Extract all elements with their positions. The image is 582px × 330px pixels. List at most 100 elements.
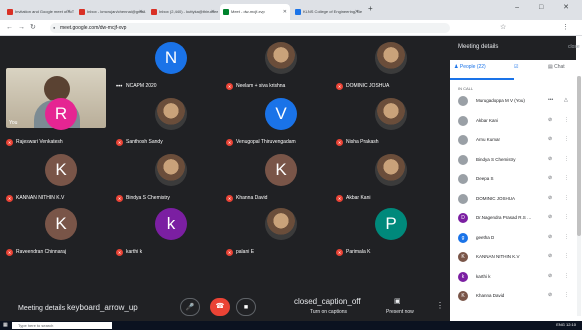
browser-tab[interactable]: Inbox - kmcrujan/chennai@gmail.com – G…✕ [76, 4, 146, 20]
tab-favicon-icon [151, 9, 157, 15]
more-options-icon[interactable]: ⋮ [564, 175, 569, 181]
more-options-icon[interactable]: ⋮ [564, 292, 569, 298]
participant-avatar: V [265, 98, 297, 130]
participant-tile[interactable]: ✕ Akbar Kani [336, 148, 446, 204]
people-icon: ♟ [454, 64, 459, 70]
url-text: meet.google.com/dw-mcjf-xvp [60, 25, 127, 31]
more-options-icon[interactable]: ⋮ [564, 273, 569, 279]
more-options-icon[interactable]: ⋮ [564, 195, 569, 201]
chevron-up-icon: keyboard_arrow_up [67, 303, 138, 312]
mic-off-icon: ⊘ [548, 272, 553, 279]
participant-tile[interactable]: P ✕ Parimala K [336, 202, 446, 258]
participant-row[interactable]: Deepa S ⊘ ⋮ [450, 172, 576, 188]
participant-tile[interactable]: K ✕ KANNAN NITHIN K.V [6, 148, 116, 204]
participant-row[interactable]: Murugadoppa M V (You) ••• △ [450, 94, 576, 110]
speaking-indicator-icon: ••• [548, 97, 554, 103]
more-options-icon[interactable]: ⋮ [564, 214, 569, 220]
tab-people[interactable]: ♟ People (22) [454, 64, 486, 70]
participant-avatar [155, 154, 187, 186]
more-options-icon[interactable]: ⋮ [564, 136, 569, 142]
mic-icon: 🎤 [185, 304, 195, 311]
panel-tabs: ♟ People (22) ☑ ▤ Chat [450, 60, 582, 80]
menu-icon[interactable]: ⋮ [562, 23, 569, 33]
participant-tile[interactable]: V ✕ Venugopal Thiruvengadam [226, 92, 336, 148]
participant-row[interactable]: Akbar Kani ⊘ ⋮ [450, 114, 576, 130]
participant-avatar: P [375, 208, 407, 240]
browser-tab-label: Meet - dw-mcjf-xvp [231, 9, 265, 14]
taskbar-search[interactable]: Type here to search [12, 322, 112, 329]
system-tray[interactable]: ENG 12:10 [556, 322, 576, 327]
more-options-icon[interactable]: ⋮ [564, 253, 569, 259]
participant-tile[interactable]: ✕ Santhosh Sandy [116, 92, 226, 148]
tab-people-underline [450, 78, 514, 80]
mic-off-icon: ⊘ [548, 214, 553, 220]
browser-tab[interactable]: Invitation and Google meet of IoT F…✕ [4, 4, 74, 20]
present-icon[interactable]: ▣ [394, 297, 401, 305]
panel-title: Meeting details [458, 44, 499, 50]
close-tab-icon[interactable]: ✕ [211, 4, 215, 20]
present-now-label[interactable]: Present now [386, 309, 414, 315]
participant-tile[interactable]: ✕ Neelam + siva krishna [226, 36, 336, 92]
leave-call-button[interactable]: ☎ [210, 298, 230, 316]
participant-tile[interactable]: K ✕ Raveendran Chinnaraj [6, 202, 116, 258]
reload-icon[interactable]: ↻ [30, 23, 36, 33]
participant-tile[interactable]: ✕ DOMINIC JOSHUA [336, 36, 446, 92]
people-add-icon[interactable]: ☑ [514, 64, 518, 70]
participant-tile[interactable]: R ✕ Rajeswari Venkatesh [6, 92, 116, 148]
lock-icon: ● [53, 25, 56, 30]
more-options-icon[interactable]: ⋮ [436, 301, 444, 310]
camera-button[interactable]: ■ [236, 298, 256, 316]
participant-row[interactable]: D Dr.Nagendra Prasad R.S … ⊘ ⋮ [450, 211, 576, 227]
tab-chat-label: Chat [554, 64, 565, 70]
participant-row[interactable]: Bindya S Chemistry ⊘ ⋮ [450, 153, 576, 169]
captions-button[interactable]: closed_caption_off [294, 297, 361, 306]
forward-icon[interactable]: → [18, 23, 25, 33]
participant-name: Akbar Kani [346, 195, 371, 201]
browser-tab[interactable]: Inbox (2,440) - kuttyka@thirumeet.in ✕ [148, 4, 218, 20]
more-options-icon[interactable]: ⋮ [564, 156, 569, 162]
new-tab-button[interactable]: + [368, 4, 373, 13]
participant-tile[interactable]: ✕ palani E [226, 202, 336, 258]
participant-tile[interactable]: N ••• NCAPM 2020 [116, 36, 226, 92]
participant-row-name: DOMINIC JOSHUA [476, 195, 516, 201]
close-tab-icon[interactable]: ✕ [283, 4, 287, 20]
browser-tab[interactable]: Meet - dw-mcjf-xvp ✕ [220, 4, 290, 20]
participant-name: Neelam + siva krishna [236, 83, 286, 89]
window-controls[interactable]: – □ ✕ [515, 3, 578, 11]
participant-row[interactable]: K KANNAN NITHIN K.V ⊘ ⋮ [450, 250, 576, 266]
address-bar: ← → ↻ ● meet.google.com/dw-mcjf-xvp ☆ ⋮ [0, 20, 582, 36]
back-icon[interactable]: ← [6, 23, 13, 33]
tab-favicon-icon [7, 9, 13, 15]
url-field[interactable]: ● meet.google.com/dw-mcjf-xvp [50, 23, 450, 33]
more-options-icon[interactable]: ⋮ [564, 117, 569, 123]
pin-icon[interactable]: △ [564, 97, 568, 103]
closed-caption-icon: closed_caption_off [294, 297, 361, 306]
participant-scrollbar[interactable] [577, 76, 581, 316]
participant-row-name: Akbar Kani [476, 117, 499, 123]
meeting-details-button[interactable]: Meeting details keyboard_arrow_up [18, 303, 138, 312]
participant-tile[interactable]: ✕ Bindya S Chemistry [116, 148, 226, 204]
star-icon[interactable]: ☆ [500, 23, 506, 33]
close-tab-icon[interactable]: ✕ [139, 4, 143, 20]
windows-start-icon[interactable]: ▦ [3, 322, 8, 328]
mic-off-icon: ⊘ [548, 292, 553, 298]
participant-row[interactable]: Arnu Kumar ⊘ ⋮ [450, 133, 576, 149]
participant-tile[interactable]: k ✕ karthi k [116, 202, 226, 258]
microphone-button[interactable]: 🎤 [180, 298, 200, 316]
participant-name: Raveendran Chinnaraj [16, 249, 67, 255]
close-tab-icon[interactable]: ✕ [67, 4, 71, 20]
taskbar-search-placeholder: Type here to search [18, 323, 54, 328]
participant-tile[interactable]: K ✕ Khanna David [226, 148, 336, 204]
participant-tile[interactable]: ✕ Nisha Prakash [336, 92, 446, 148]
browser-tab[interactable]: KLNS College of Engineering, Bengal…✕ [292, 4, 362, 20]
participant-row[interactable]: g geetha D ⊘ ⋮ [450, 231, 576, 247]
scrollbar-thumb[interactable] [577, 76, 581, 236]
tab-chat[interactable]: ▤ Chat [548, 64, 565, 70]
participant-row-name: geetha D [476, 234, 495, 240]
participant-row[interactable]: K Khanna David ⊘ ⋮ [450, 289, 576, 305]
close-icon[interactable]: close [568, 44, 580, 50]
more-options-icon[interactable]: ⋮ [564, 234, 569, 240]
close-tab-icon[interactable]: ✕ [355, 4, 359, 20]
participant-row[interactable]: DOMINIC JOSHUA ⊘ ⋮ [450, 192, 576, 208]
participant-row[interactable]: k karthi k ⊘ ⋮ [450, 270, 576, 286]
